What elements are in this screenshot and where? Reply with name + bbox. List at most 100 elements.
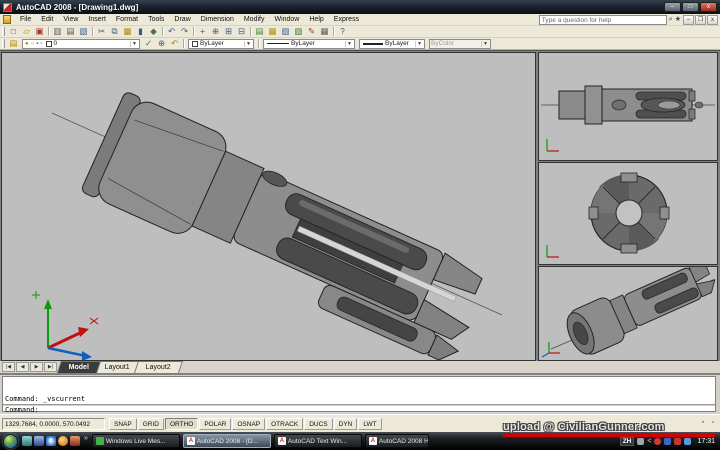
grid-toggle[interactable]: GRID <box>138 418 164 430</box>
menu-express[interactable]: Express <box>329 15 364 24</box>
cut-icon[interactable]: ✂ <box>95 26 108 37</box>
tab-first-button[interactable]: |◀ <box>2 362 15 372</box>
network-icon[interactable] <box>684 438 691 445</box>
tab-prev-button[interactable]: ◀ <box>16 362 29 372</box>
isometric-view-viewport[interactable] <box>538 266 718 361</box>
language-indicator[interactable]: ZH <box>620 437 635 446</box>
menu-help[interactable]: Help <box>304 15 328 24</box>
polar-toggle[interactable]: POLAR <box>199 418 231 430</box>
command-input[interactable]: Command: <box>5 406 39 414</box>
menu-modify[interactable]: Modify <box>239 15 270 24</box>
layer-previous-icon[interactable]: ↶ <box>168 38 181 49</box>
chevron-down-icon[interactable]: ▼ <box>244 41 252 47</box>
menu-draw[interactable]: Draw <box>169 15 195 24</box>
zoom-realtime-icon[interactable]: ⊕ <box>209 26 222 37</box>
doc-restore-button[interactable]: ❐ <box>695 15 706 25</box>
block-editor-icon[interactable]: ◆ <box>147 26 160 37</box>
make-layer-current-icon[interactable]: ✓ <box>142 38 155 49</box>
doc-close-button[interactable]: x <box>707 15 718 25</box>
menu-edit[interactable]: Edit <box>36 15 58 24</box>
tray-icon[interactable] <box>654 438 661 445</box>
linetype-combo[interactable]: ByLayer ▼ <box>263 39 355 49</box>
front-view-viewport[interactable] <box>538 162 718 265</box>
show-desktop-icon[interactable] <box>22 436 32 446</box>
save-icon[interactable]: ▣ <box>33 26 46 37</box>
tray-chevron-icon[interactable]: < <box>647 438 651 445</box>
command-splitter[interactable] <box>3 404 715 406</box>
task-autocad-drawing[interactable]: A AutoCAD 2008 - [D... <box>183 434 271 448</box>
tab-next-button[interactable]: ▶ <box>30 362 43 372</box>
color-combo[interactable]: ByLayer ▼ <box>188 39 254 49</box>
toolbar-grip[interactable] <box>2 39 5 48</box>
dyn-toggle[interactable]: DYN <box>334 418 358 430</box>
menu-dimension[interactable]: Dimension <box>196 15 239 24</box>
sheetset-manager-icon[interactable]: ▧ <box>292 26 305 37</box>
toolbar-grip[interactable] <box>2 27 5 36</box>
menu-format[interactable]: Format <box>111 15 143 24</box>
snap-toggle[interactable]: SNAP <box>109 418 137 430</box>
coordinate-display[interactable]: 1329.7684, 0.0000, 570.0492 <box>2 418 105 430</box>
zoom-window-icon[interactable]: ⊞ <box>222 26 235 37</box>
undo-icon[interactable]: ↶ <box>165 26 178 37</box>
tab-model[interactable]: Model <box>57 361 101 373</box>
search-icon[interactable]: ⌕ <box>669 15 673 25</box>
maximize-button[interactable]: □ <box>682 2 699 12</box>
layer-combo[interactable]: ● ○ ▪ ▫ 0 ▼ <box>22 39 140 49</box>
tray-icon[interactable] <box>637 438 644 445</box>
favorites-star-icon[interactable]: ★ <box>675 15 681 25</box>
task-autocad-help[interactable]: A AutoCAD 2008 Help <box>365 434 429 448</box>
help-search-input[interactable]: Type a question for help <box>539 15 667 25</box>
chevron-down-icon[interactable]: ▼ <box>345 41 353 47</box>
tray-icon[interactable] <box>674 438 681 445</box>
internet-explorer-icon[interactable]: e <box>46 436 56 446</box>
menu-tools[interactable]: Tools <box>143 15 169 24</box>
quicklaunch-overflow-chevron[interactable]: » <box>84 435 88 442</box>
qnew-icon[interactable]: □ <box>7 26 20 37</box>
paste-icon[interactable]: ▩ <box>121 26 134 37</box>
ortho-toggle[interactable]: ORTHO <box>165 418 198 430</box>
layer-update-icon[interactable]: ⊕ <box>155 38 168 49</box>
menu-insert[interactable]: Insert <box>83 15 111 24</box>
menu-file[interactable]: File <box>15 15 36 24</box>
clean-screen-icon[interactable]: ▫ <box>709 418 717 427</box>
lineweight-combo[interactable]: ByLayer ▼ <box>359 39 425 49</box>
tab-last-button[interactable]: ▶| <box>44 362 57 372</box>
plot-preview-icon[interactable]: ▤ <box>64 26 77 37</box>
copy-icon[interactable]: ⧉ <box>108 26 121 37</box>
help-icon[interactable]: ? <box>336 26 349 37</box>
ducs-toggle[interactable]: DUCS <box>304 418 332 430</box>
designcenter-icon[interactable]: ▦ <box>266 26 279 37</box>
menu-view[interactable]: View <box>58 15 83 24</box>
minimize-button[interactable]: – <box>664 2 681 12</box>
task-autocad-text-window[interactable]: A AutoCAD Text Win... <box>274 434 362 448</box>
tool-palettes-icon[interactable]: ▨ <box>279 26 292 37</box>
plot-icon[interactable]: ▥ <box>51 26 64 37</box>
menu-window[interactable]: Window <box>269 15 304 24</box>
lwt-toggle[interactable]: LWT <box>358 418 381 430</box>
layer-properties-icon[interactable]: ▤ <box>7 38 20 49</box>
properties-icon[interactable]: ▤ <box>253 26 266 37</box>
markup-manager-icon[interactable]: ✎ <box>305 26 318 37</box>
doc-minimize-button[interactable]: – <box>683 15 694 25</box>
start-button[interactable] <box>3 434 18 449</box>
chevron-down-icon[interactable]: ▼ <box>415 41 423 47</box>
main-viewport[interactable] <box>1 52 536 361</box>
quickcalc-icon[interactable]: ▦ <box>318 26 331 37</box>
redo-icon[interactable]: ↷ <box>178 26 191 37</box>
switch-windows-icon[interactable] <box>34 436 44 446</box>
command-history-panel[interactable]: Command: _vscurrent Enter an option [2dw… <box>2 376 716 412</box>
close-button[interactable]: x <box>700 2 717 12</box>
clock[interactable]: 17:31 <box>697 438 715 445</box>
osnap-toggle[interactable]: OSNAP <box>232 418 265 430</box>
match-properties-icon[interactable]: ▮ <box>134 26 147 37</box>
publish-icon[interactable]: ▧ <box>77 26 90 37</box>
chevron-down-icon[interactable]: ▼ <box>130 41 138 47</box>
task-windows-live[interactable]: Windows Live Mes... <box>92 434 180 448</box>
zoom-previous-icon[interactable]: ⊟ <box>235 26 248 37</box>
otrack-toggle[interactable]: OTRACK <box>266 418 303 430</box>
tray-icon[interactable] <box>664 438 671 445</box>
tab-layout2[interactable]: Layout2 <box>134 361 183 373</box>
pan-icon[interactable]: + <box>196 26 209 37</box>
annotation-lock-icon[interactable]: ▪ <box>699 418 707 427</box>
media-player-icon[interactable] <box>58 436 68 446</box>
